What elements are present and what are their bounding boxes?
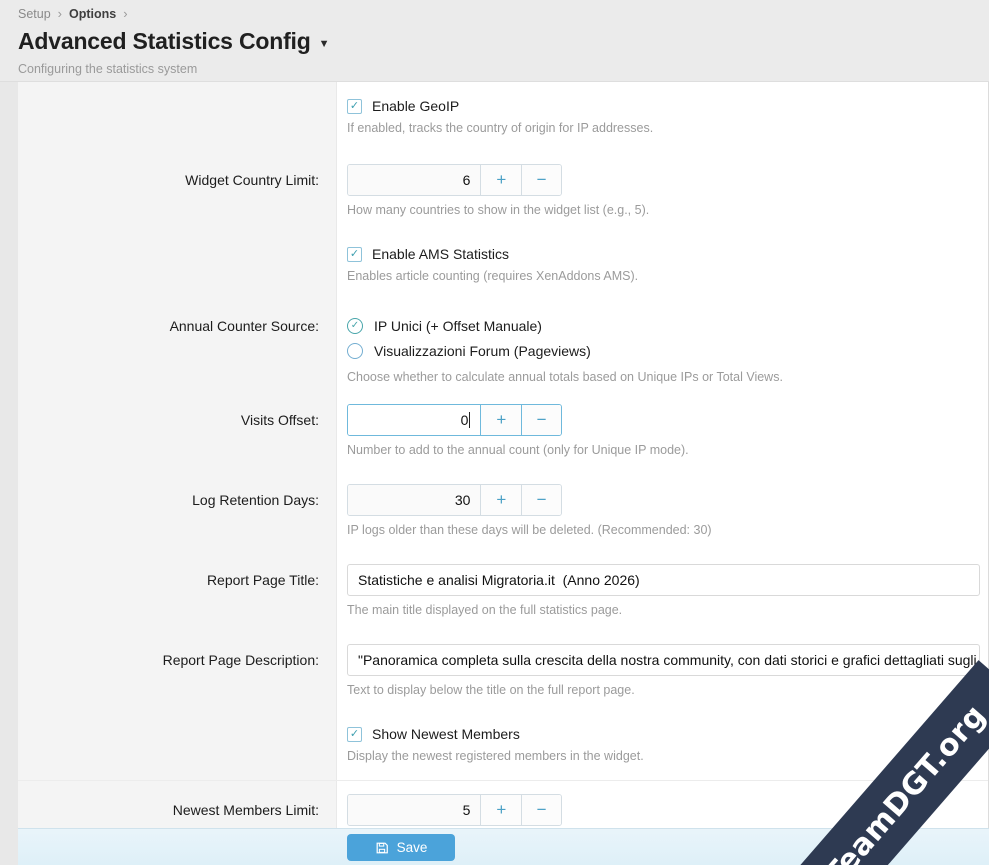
page-header: Setup › Options › Advanced Statistics Co…	[0, 0, 989, 82]
row-report-page-title: Report Page Title: Statistiche e analisi…	[18, 550, 988, 630]
row-visits-offset: Visits Offset: 0 + − Number to add to th…	[18, 390, 988, 470]
breadcrumb-options[interactable]: Options	[69, 7, 116, 21]
hint-text: Choose whether to calculate annual total…	[347, 370, 980, 384]
hint-text: Display the newest registered members in…	[347, 749, 980, 763]
page-subtitle: Configuring the statistics system	[18, 62, 989, 76]
save-bar: Save	[18, 828, 989, 865]
row-show-newest-members: ✓ Show Newest Members Display the newest…	[18, 710, 988, 780]
hint-text: IP logs older than these days will be de…	[347, 523, 980, 537]
hint-text: Enables article counting (requires XenAd…	[347, 269, 980, 283]
checkbox-checked-icon: ✓	[347, 727, 362, 742]
breadcrumb-separator-icon: ›	[123, 6, 127, 21]
row-enable-geoip: ✓ Enable GeoIP If enabled, tracks the co…	[18, 82, 988, 150]
widget-country-limit-input[interactable]: 6	[348, 165, 480, 195]
widget-country-limit-stepper: 6 + −	[347, 164, 562, 196]
hint-text: Number to add to the annual count (only …	[347, 443, 980, 457]
enable-geoip-checkbox[interactable]: ✓ Enable GeoIP	[347, 98, 980, 114]
field-label: Visits Offset:	[241, 411, 319, 429]
report-page-title-input[interactable]: Statistiche e analisi Migratoria.it (Ann…	[347, 564, 980, 596]
breadcrumb-separator-icon: ›	[58, 6, 62, 21]
decrement-button[interactable]: −	[521, 405, 561, 435]
report-page-description-input[interactable]: "Panoramica completa sulla crescita dell…	[347, 644, 980, 676]
field-label: Annual Counter Source:	[170, 317, 319, 335]
breadcrumb: Setup › Options ›	[18, 6, 989, 21]
save-button[interactable]: Save	[347, 834, 455, 861]
increment-button[interactable]: +	[480, 405, 521, 435]
field-label: Log Retention Days:	[192, 491, 319, 509]
checkbox-checked-icon: ✓	[347, 247, 362, 262]
field-label: Widget Country Limit:	[185, 171, 319, 189]
field-label: Report Page Description:	[163, 651, 319, 669]
visits-offset-stepper: 0 + −	[347, 404, 562, 436]
row-label-empty	[18, 82, 337, 150]
row-enable-ams-statistics: ✓ Enable AMS Statistics Enables article …	[18, 230, 988, 298]
radio-ip-unici[interactable]: ✓ IP Unici (+ Offset Manuale)	[347, 313, 980, 338]
options-form: ✓ Enable GeoIP If enabled, tracks the co…	[18, 82, 989, 828]
enable-ams-checkbox[interactable]: ✓ Enable AMS Statistics	[347, 246, 980, 262]
breadcrumb-setup[interactable]: Setup	[18, 7, 51, 21]
hint-text: How many countries to show in the widget…	[347, 203, 980, 217]
row-newest-members-limit: Newest Members Limit: 5 + −	[18, 780, 988, 828]
radio-selected-icon: ✓	[347, 318, 363, 334]
checkbox-label: Enable GeoIP	[372, 98, 459, 114]
page-title: Advanced Statistics Config	[18, 28, 311, 55]
decrement-button[interactable]: −	[521, 485, 561, 515]
newest-members-limit-input[interactable]: 5	[348, 795, 480, 825]
newest-members-limit-stepper: 5 + −	[347, 794, 562, 826]
show-newest-members-checkbox[interactable]: ✓ Show Newest Members	[347, 726, 980, 742]
checkbox-label: Enable AMS Statistics	[372, 246, 509, 262]
increment-button[interactable]: +	[480, 795, 521, 825]
log-retention-input[interactable]: 30	[348, 485, 480, 515]
hint-text: Text to display below the title on the f…	[347, 683, 980, 697]
row-log-retention-days: Log Retention Days: 30 + − IP logs older…	[18, 470, 988, 550]
hint-text: If enabled, tracks the country of origin…	[347, 121, 980, 135]
checkbox-label: Show Newest Members	[372, 726, 520, 742]
row-report-page-description: Report Page Description: "Panoramica com…	[18, 630, 988, 710]
decrement-button[interactable]: −	[521, 165, 561, 195]
visits-offset-input[interactable]: 0	[348, 405, 480, 435]
increment-button[interactable]: +	[480, 165, 521, 195]
field-label: Report Page Title:	[207, 571, 319, 589]
log-retention-stepper: 30 + −	[347, 484, 562, 516]
row-widget-country-limit: Widget Country Limit: 6 + − How many cou…	[18, 150, 988, 230]
text-cursor	[469, 412, 470, 428]
hint-text: The main title displayed on the full sta…	[347, 603, 980, 617]
checkbox-checked-icon: ✓	[347, 99, 362, 114]
radio-label: Visualizzazioni Forum (Pageviews)	[374, 343, 591, 359]
increment-button[interactable]: +	[480, 485, 521, 515]
field-label: Newest Members Limit:	[173, 801, 319, 819]
chevron-down-icon[interactable]: ▼	[319, 38, 330, 50]
floppy-disk-icon	[375, 841, 389, 855]
row-annual-counter-source: Annual Counter Source: ✓ IP Unici (+ Off…	[18, 298, 988, 390]
radio-visualizzazioni-forum[interactable]: Visualizzazioni Forum (Pageviews)	[347, 338, 980, 363]
radio-label: IP Unici (+ Offset Manuale)	[374, 318, 542, 334]
radio-unselected-icon	[347, 343, 363, 359]
decrement-button[interactable]: −	[521, 795, 561, 825]
